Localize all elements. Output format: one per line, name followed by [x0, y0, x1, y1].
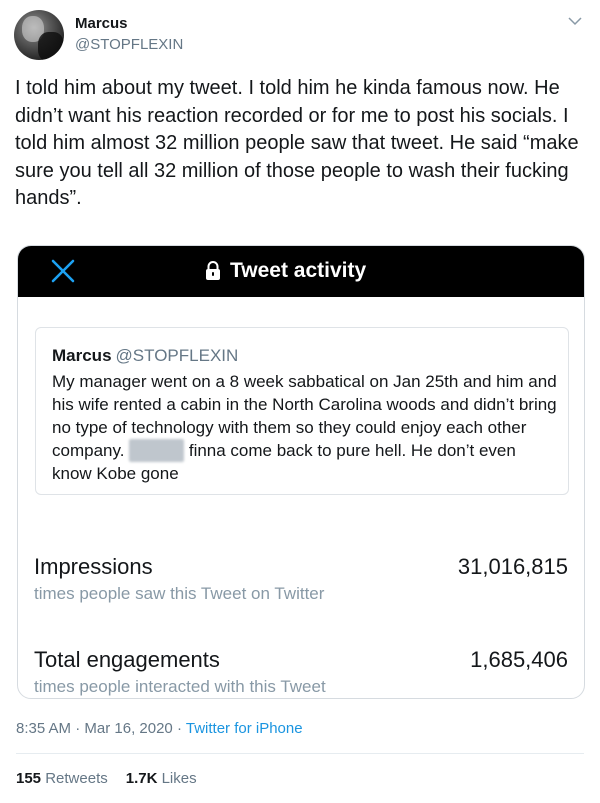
likes-stat[interactable]: 1.7K Likes: [126, 770, 197, 787]
likes-label: Likes: [161, 770, 197, 787]
avatar-detail-shadow: [38, 32, 64, 60]
tweet-source-link[interactable]: Twitter for iPhone: [186, 720, 303, 737]
engagements-sublabel: times people interacted with this Tweet: [34, 677, 326, 696]
quoted-tweet-text: My manager went on a 8 week sabbatical o…: [52, 370, 557, 485]
lock-icon: [206, 261, 220, 280]
author-name[interactable]: Marcus: [75, 15, 128, 32]
tweet-time[interactable]: 8:35 AM: [16, 720, 71, 737]
meta-separator: ·: [176, 720, 182, 737]
quoted-tweet-name: Marcus: [52, 346, 112, 365]
tweet-activity-title-wrap: Tweet activity: [204, 259, 366, 283]
impressions-sublabel: times people saw this Tweet on Twitter: [34, 584, 325, 603]
close-icon[interactable]: [50, 258, 76, 284]
engagements-label: Total engagements: [34, 647, 220, 672]
retweets-count: 155: [16, 770, 42, 787]
tweet-date[interactable]: Mar 16, 2020: [84, 720, 172, 737]
retweets-label: Retweets: [45, 770, 108, 787]
author-handle[interactable]: @STOPFLEXIN: [75, 36, 183, 53]
quoted-tweet[interactable]: Marcus @STOPFLEXIN My manager went on a 8…: [35, 327, 569, 495]
chevron-down-icon[interactable]: [568, 16, 582, 26]
retweets-stat[interactable]: 155 Retweets: [16, 770, 108, 787]
impressions-value: 31,016,815: [457, 554, 568, 579]
tweet-meta: 8:35 AM · Mar 16, 2020 · Twitter for iPh…: [16, 720, 303, 737]
tweet-text: I told him about my tweet. I told him he…: [15, 77, 579, 209]
impressions-label: Impressions: [34, 554, 153, 579]
quoted-tweet-handle: @STOPFLEXIN: [115, 346, 239, 365]
redacted-word: Niggas: [129, 439, 185, 462]
tweet-activity-card: Tweet activity Marcus @STOPFLEXIN My mana…: [17, 245, 585, 699]
profile-avatar[interactable]: [14, 10, 64, 60]
tweet-activity-header: Tweet activity: [18, 246, 584, 297]
tweet-activity-title: Tweet activity: [230, 259, 367, 282]
engagements-value: 1,685,406: [470, 647, 568, 672]
tweet-stats: 155 Retweets 1.7K Likes: [16, 770, 197, 787]
quoted-tweet-author: Marcus @STOPFLEXIN: [52, 346, 238, 366]
likes-count: 1.7K: [125, 770, 158, 787]
meta-separator: ·: [75, 720, 81, 737]
divider: [16, 753, 584, 754]
